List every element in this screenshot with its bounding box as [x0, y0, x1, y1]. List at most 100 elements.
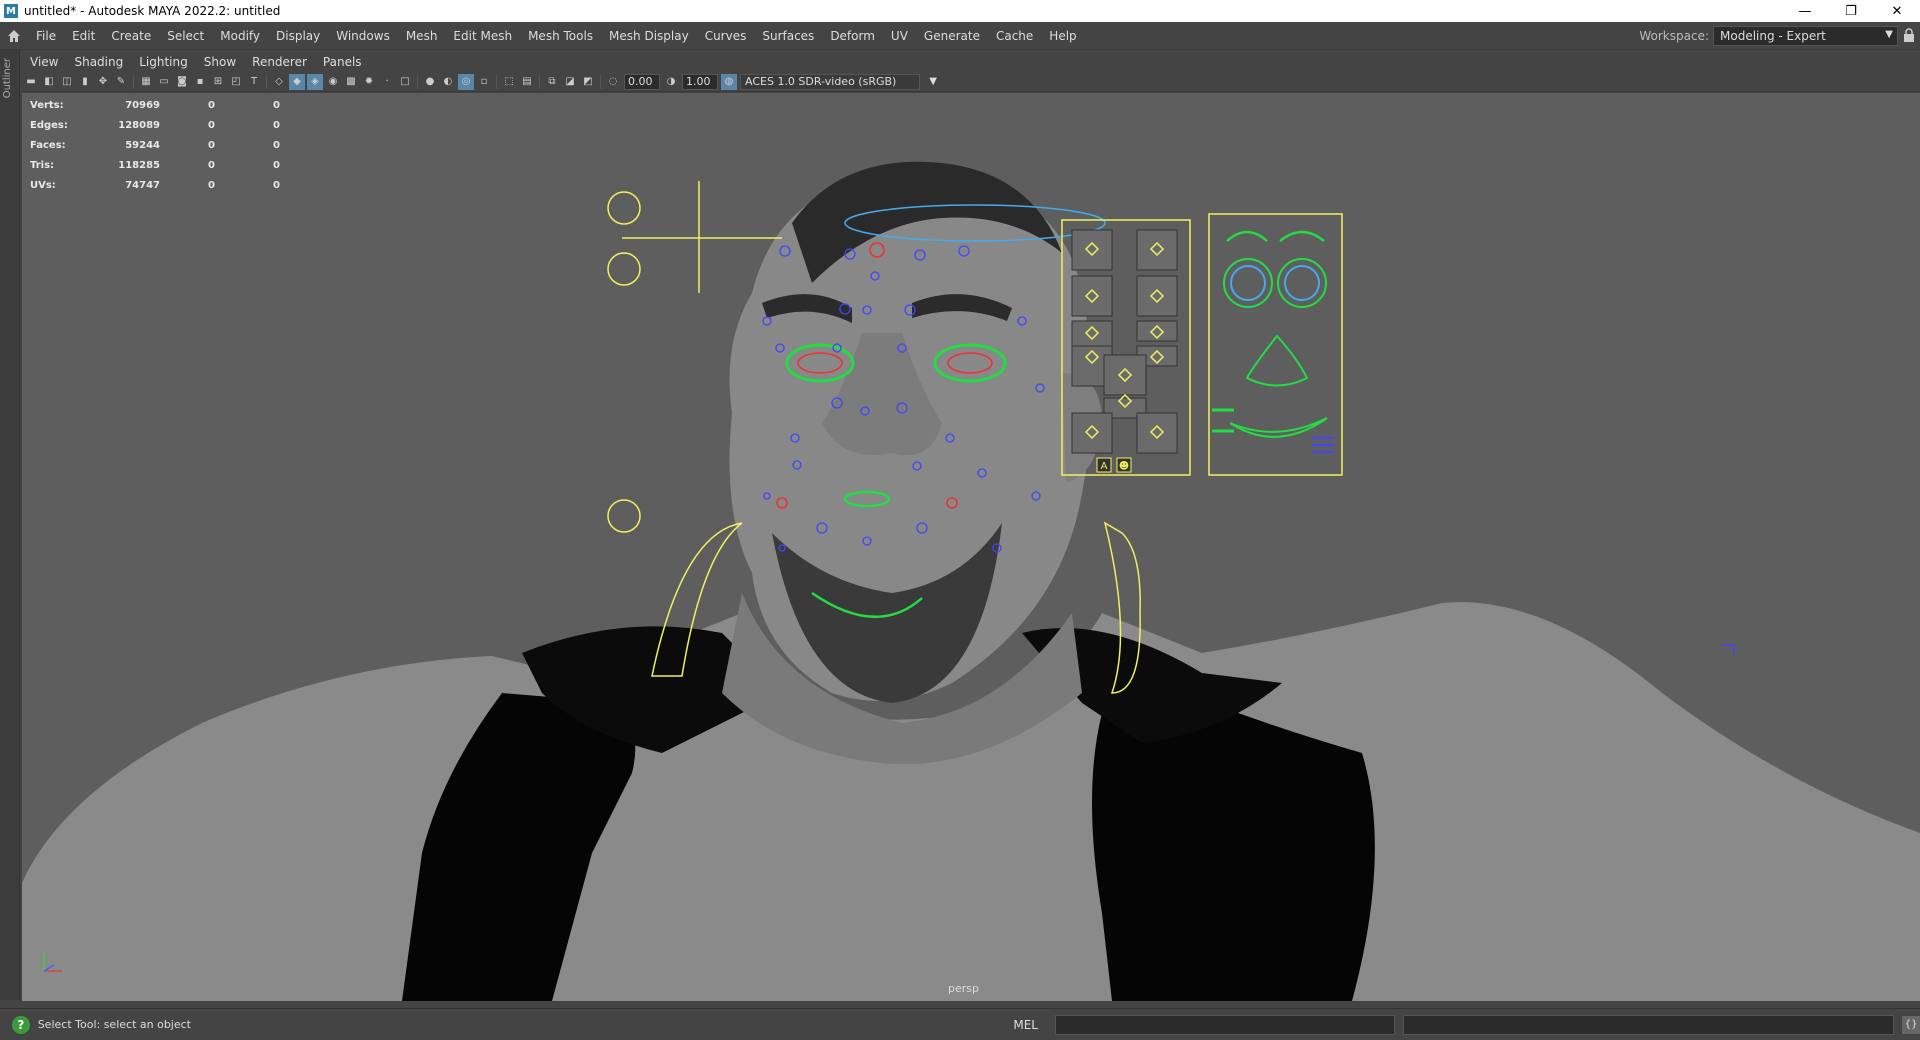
menu-file[interactable]: File: [28, 22, 64, 50]
panel-menu-panels[interactable]: Panels: [315, 55, 370, 69]
exposure-icon[interactable]: ◌: [605, 74, 621, 90]
2d-pan-zoom-icon[interactable]: ✥: [95, 74, 111, 90]
facial-gui-panel-left[interactable]: A ☻: [1061, 219, 1191, 476]
poly-count-hud: Verts: 70969 0 0 Edges: 128089 0 0 Faces…: [30, 95, 280, 195]
frame-all-icon[interactable]: ⧉: [544, 74, 560, 90]
wireframe-icon[interactable]: ◇: [271, 74, 287, 90]
menu-display[interactable]: Display: [268, 22, 328, 50]
view-transform-dropdown[interactable]: ACES 1.0 SDR-video (sRGB) ▼: [740, 73, 937, 90]
workspace-label: Workspace:: [1639, 29, 1709, 43]
depth-of-field-icon[interactable]: ◎: [458, 73, 474, 90]
shoulder-control-right[interactable]: [1722, 644, 1735, 655]
menu-modify[interactable]: Modify: [212, 22, 268, 50]
xray-joints-icon[interactable]: ▤: [519, 74, 535, 90]
view-axis-gizmo-icon: [43, 953, 62, 972]
maya-app-icon: M: [4, 4, 18, 18]
resolution-gate-icon[interactable]: ◙: [174, 74, 190, 90]
menu-edit[interactable]: Edit: [64, 22, 103, 50]
close-button[interactable]: ✕: [1874, 0, 1920, 22]
script-editor-icon[interactable]: {}: [1902, 1015, 1920, 1034]
chevron-down-icon: ▼: [929, 75, 937, 87]
smooth-shade-icon[interactable]: ◆: [289, 73, 305, 90]
restore-button[interactable]: ❐: [1828, 0, 1874, 22]
wireframe-on-shaded-icon[interactable]: ◈: [307, 73, 323, 90]
panel-menu-lighting[interactable]: Lighting: [131, 55, 196, 69]
minimize-button[interactable]: —: [1782, 0, 1828, 22]
panel-menu-view[interactable]: View: [22, 55, 66, 69]
brow-slider-bottom[interactable]: [607, 252, 641, 286]
outliner-label: Outliner: [2, 58, 13, 99]
camera-attributes-icon[interactable]: ◧: [41, 74, 57, 90]
lock-icon[interactable]: [1898, 27, 1920, 45]
panel-menu-show[interactable]: Show: [196, 55, 244, 69]
menu-surfaces[interactable]: Surfaces: [754, 22, 822, 50]
gamma-field[interactable]: 1.00: [682, 73, 718, 90]
menu-cache[interactable]: Cache: [988, 22, 1041, 50]
perspective-viewport[interactable]: A ☻ Verts: 70969 0 0 Edges: 128089 0 0 F…: [22, 93, 1920, 1001]
hud-row-faces: Faces: 59244 0 0: [30, 139, 280, 151]
panel-menu-bar: View Shading Lighting Show Renderer Pane…: [22, 52, 1920, 72]
facial-gui-panel-right[interactable]: [1208, 213, 1343, 476]
shadows-icon[interactable]: ·: [379, 74, 395, 90]
panel-menu-shading[interactable]: Shading: [66, 55, 131, 69]
hud-row-uvs: UVs: 74747 0 0: [30, 179, 280, 191]
outliner-tab[interactable]: Outliner: [0, 50, 20, 1000]
hud-row-verts: Verts: 70969 0 0: [30, 99, 280, 111]
isolate-view-icon[interactable]: ⬚: [501, 74, 517, 90]
menu-mesh[interactable]: Mesh: [398, 22, 446, 50]
antialiasing-icon[interactable]: ◐: [440, 74, 456, 90]
brow-slider-top[interactable]: [607, 191, 641, 225]
main-menu-bar: File Edit Create Select Modify Display W…: [0, 22, 1920, 50]
hud-row-edges: Edges: 128089 0 0: [30, 119, 280, 131]
textured-icon[interactable]: ◉: [325, 74, 341, 90]
ambient-occlusion-icon[interactable]: □: [397, 74, 413, 90]
title-bar: M untitled* - Autodesk MAYA 2022.2: unti…: [0, 0, 1920, 22]
toolbar-separator: [266, 74, 267, 89]
camera-lock-icon[interactable]: ◩: [580, 74, 596, 90]
use-all-lights-icon[interactable]: ✹: [361, 74, 377, 90]
command-result-field: [1402, 1014, 1895, 1035]
menu-windows[interactable]: Windows: [328, 22, 398, 50]
safe-action-icon[interactable]: ◰: [228, 74, 244, 90]
menu-help[interactable]: Help: [1041, 22, 1084, 50]
script-language-toggle[interactable]: MEL: [996, 1018, 1055, 1032]
menu-mesh-display[interactable]: Mesh Display: [601, 22, 697, 50]
grid-icon[interactable]: ▦: [138, 74, 154, 90]
workspace-selector: Workspace: Modeling - Expert ▼: [1639, 22, 1920, 50]
gamma-icon[interactable]: ◑: [663, 74, 679, 90]
panel-toolbar: ▬ ◧ ◫ ▮ ✥ ✎ ▦ ▭ ◙ ▪ ⊞ ◰ T ◇ ◆ ◈ ◉ ▩ ✹ · …: [22, 72, 1920, 92]
menu-edit-mesh[interactable]: Edit Mesh: [445, 22, 520, 50]
safe-title-icon[interactable]: T: [246, 74, 262, 90]
bookmark-icon[interactable]: ◫: [59, 74, 75, 90]
color-management-icon[interactable]: ◍: [721, 73, 737, 90]
home-icon[interactable]: [0, 22, 28, 50]
menu-create[interactable]: Create: [103, 22, 159, 50]
menu-select[interactable]: Select: [159, 22, 212, 50]
help-line: ? Select Tool: select an object MEL {}: [0, 1008, 1920, 1040]
gui-panel-button-face: ☻: [1119, 460, 1129, 472]
toolbar-separator: [417, 74, 418, 89]
window-title: untitled* - Autodesk MAYA 2022.2: untitl…: [24, 4, 281, 18]
panel-menu-renderer[interactable]: Renderer: [244, 55, 315, 69]
image-plane-icon[interactable]: ▮: [77, 74, 93, 90]
isolate-select-icon[interactable]: ▫: [476, 74, 492, 90]
workspace-dropdown[interactable]: Modeling - Expert ▼: [1713, 26, 1898, 46]
menu-deform[interactable]: Deform: [822, 22, 883, 50]
select-camera-icon[interactable]: ▬: [23, 74, 39, 90]
frame-selected-icon[interactable]: ◪: [562, 74, 578, 90]
menu-mesh-tools[interactable]: Mesh Tools: [520, 22, 601, 50]
gate-mask-icon[interactable]: ▪: [192, 74, 208, 90]
exposure-field[interactable]: 0.00: [624, 73, 660, 90]
xray-icon[interactable]: ▩: [343, 74, 359, 90]
mel-command-input[interactable]: [1055, 1014, 1395, 1035]
grease-pencil-icon[interactable]: ✎: [113, 74, 129, 90]
motion-blur-icon[interactable]: ●: [422, 74, 438, 90]
gui-panel-button-a: A: [1101, 461, 1108, 472]
menu-generate[interactable]: Generate: [916, 22, 988, 50]
shoulder-pivot-control[interactable]: [607, 499, 641, 533]
film-gate-icon[interactable]: ▭: [156, 74, 172, 90]
help-icon[interactable]: ?: [12, 1015, 30, 1034]
field-chart-icon[interactable]: ⊞: [210, 74, 226, 90]
menu-uv[interactable]: UV: [883, 22, 916, 50]
menu-curves[interactable]: Curves: [697, 22, 755, 50]
